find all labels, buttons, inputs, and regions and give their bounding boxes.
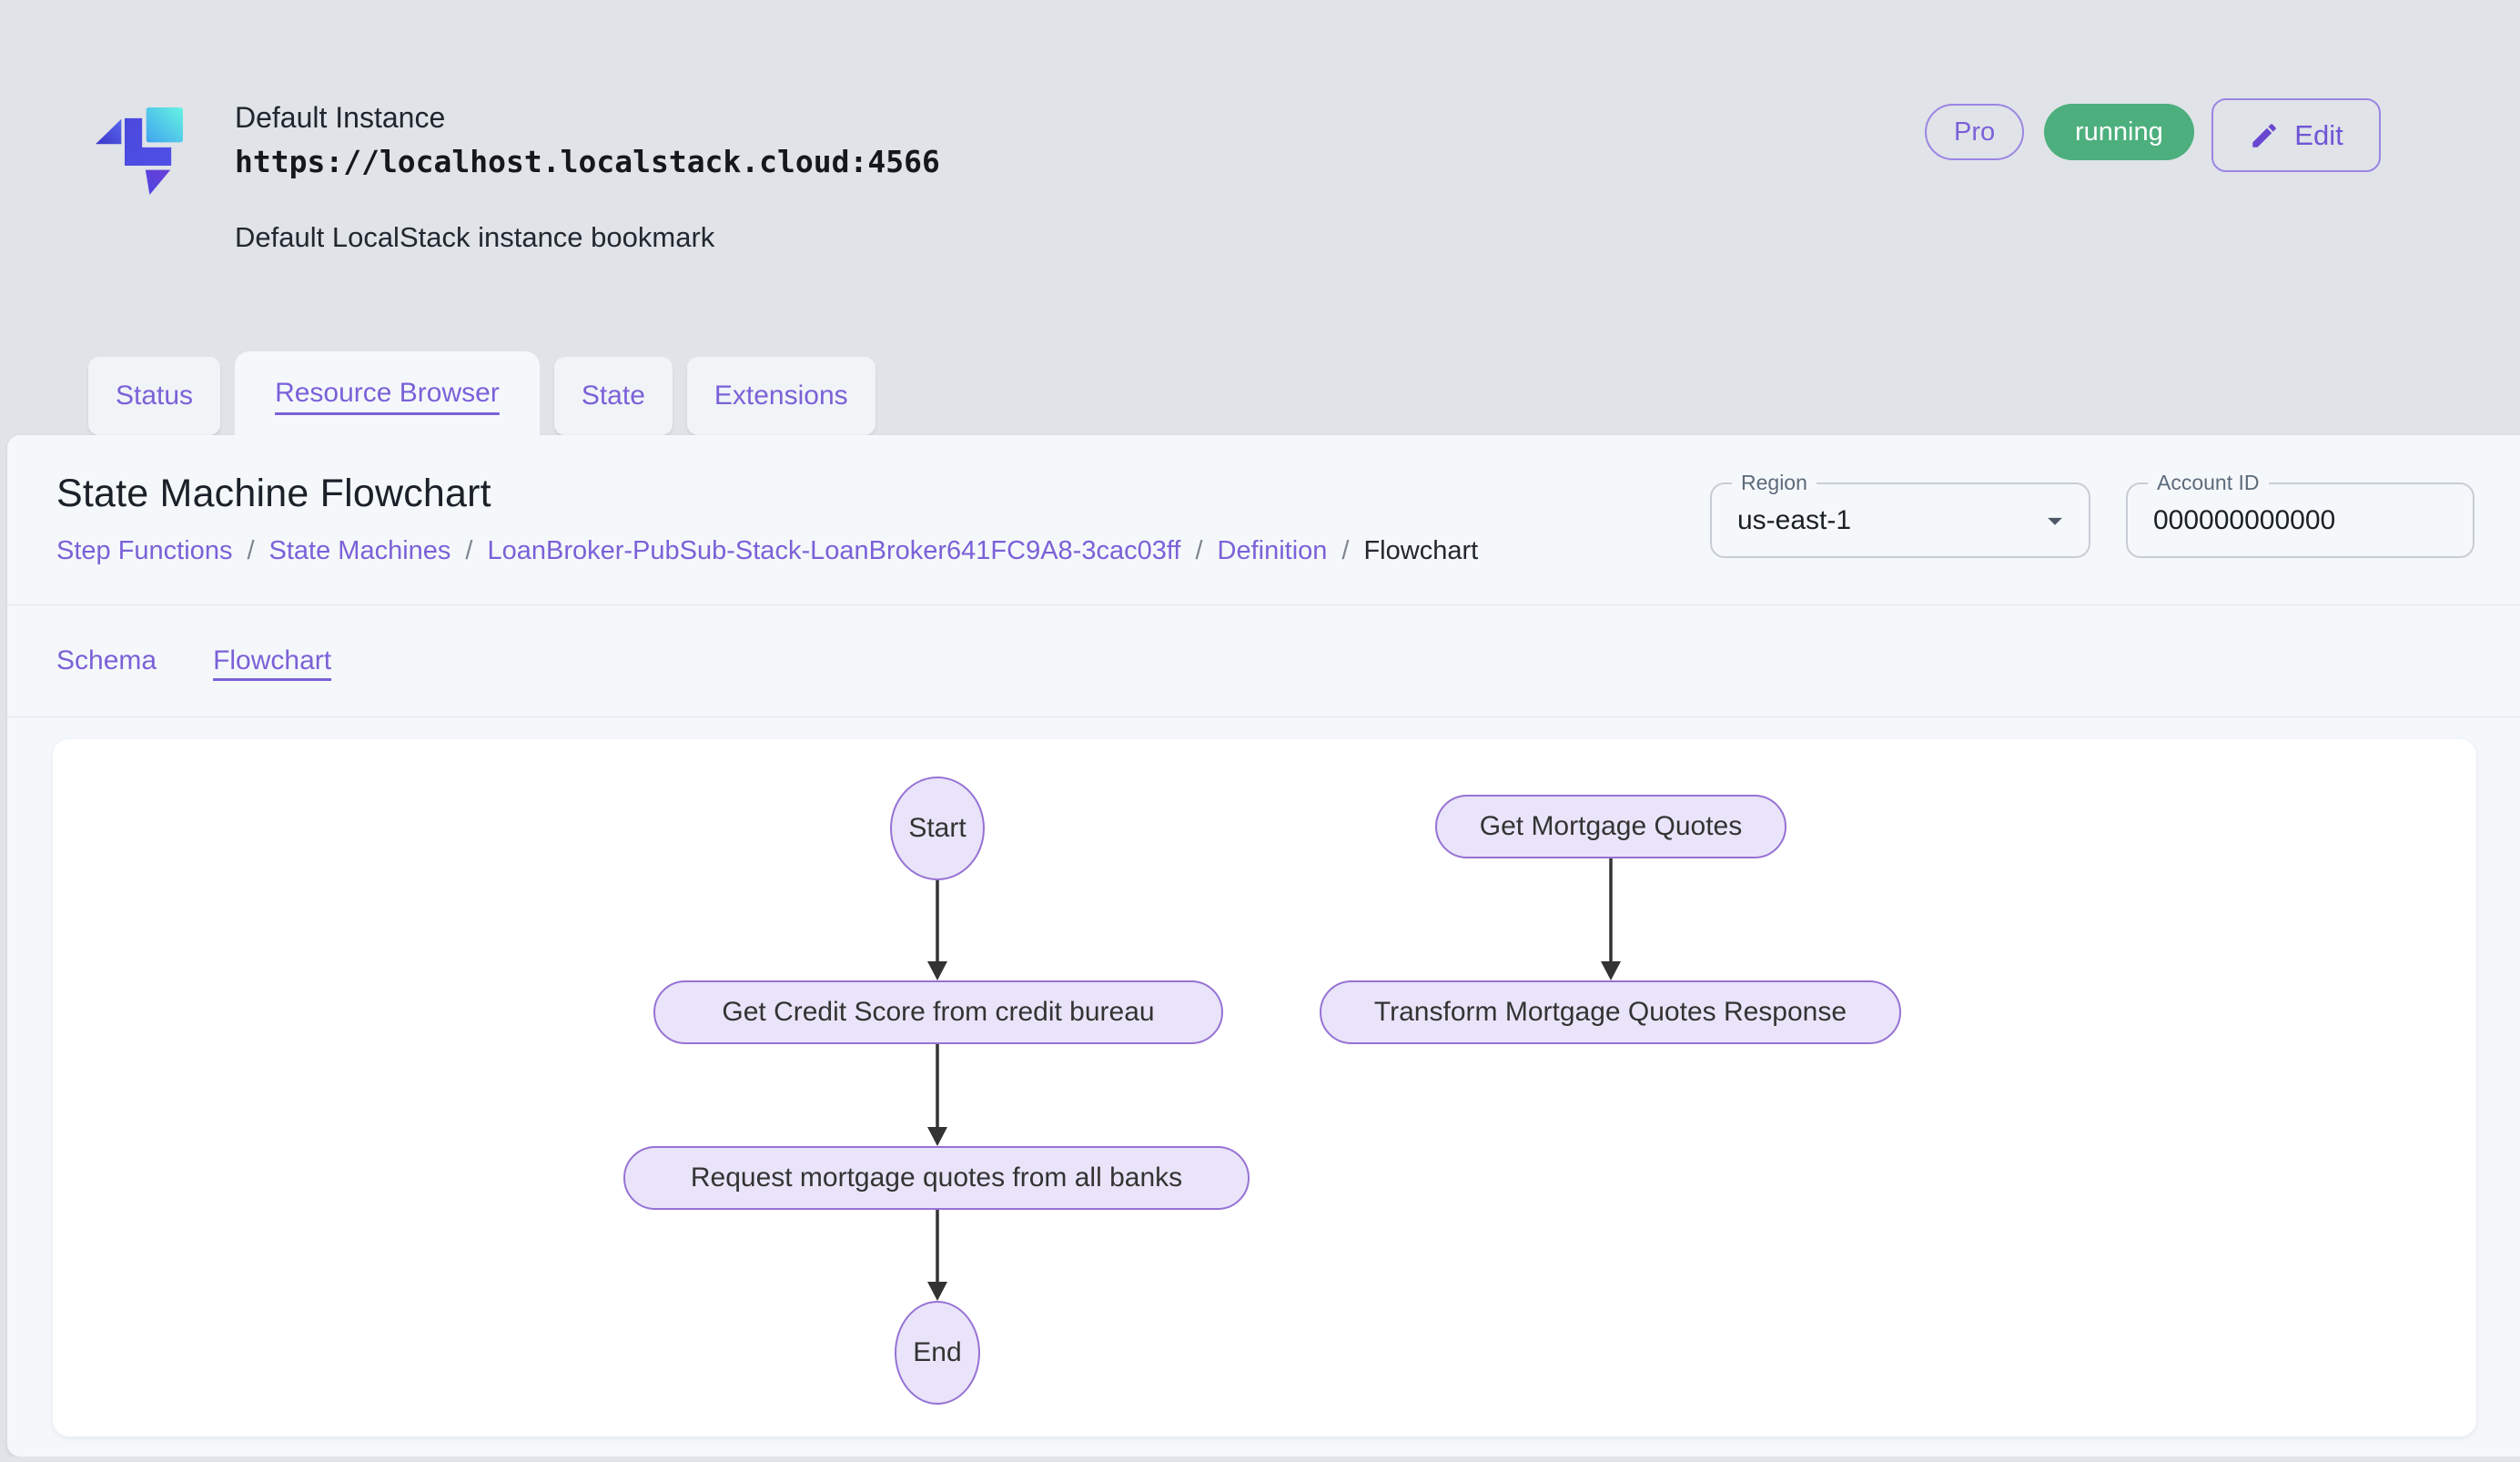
- instance-description: Default LocalStack instance bookmark: [235, 221, 940, 254]
- breadcrumb-state-machine-name[interactable]: LoanBroker-PubSub-Stack-LoanBroker641FC9…: [487, 536, 1180, 566]
- region-select[interactable]: Region us-east-1: [1710, 482, 2090, 558]
- instance-name: Default Instance: [235, 100, 940, 135]
- flow-node-transform-response: Transform Mortgage Quotes Response: [1320, 980, 1901, 1044]
- subtab-flowchart[interactable]: Flowchart: [213, 645, 331, 676]
- flow-node-get-credit-score: Get Credit Score from credit bureau: [653, 980, 1223, 1044]
- instance-header: Default Instance https://localhost.local…: [235, 100, 940, 254]
- flow-node-get-mortgage-quotes: Get Mortgage Quotes: [1435, 795, 1786, 858]
- flow-node-request-quotes: Request mortgage quotes from all banks: [623, 1146, 1250, 1210]
- divider: [7, 604, 2520, 605]
- flow-node-end: End: [895, 1301, 980, 1405]
- breadcrumb-current: Flowchart: [1363, 536, 1478, 566]
- breadcrumb-separator: /: [1341, 536, 1349, 566]
- pencil-icon: [2249, 120, 2280, 151]
- resource-browser-panel: State Machine Flowchart Step Functions /…: [7, 435, 2520, 1457]
- tab-status[interactable]: Status: [88, 357, 220, 435]
- breadcrumb-separator: /: [1195, 536, 1202, 566]
- breadcrumb: Step Functions / State Machines / LoanBr…: [56, 536, 1478, 566]
- divider: [7, 716, 2520, 717]
- tab-state[interactable]: State: [554, 357, 673, 435]
- edit-button[interactable]: Edit: [2211, 98, 2381, 172]
- page-head: State Machine Flowchart Step Functions /…: [56, 472, 1478, 566]
- localstack-logo: [86, 95, 202, 208]
- app-root: Default Instance https://localhost.local…: [0, 0, 2520, 1462]
- edit-button-label: Edit: [2294, 119, 2343, 152]
- instance-url: https://localhost.localstack.cloud:4566: [235, 144, 940, 179]
- page-bottom-edge: [7, 1457, 2520, 1462]
- main-tabbar: Status Resource Browser State Extensions: [88, 351, 875, 435]
- status-badge: running: [2044, 104, 2194, 160]
- subtab-schema[interactable]: Schema: [56, 645, 157, 676]
- tab-extensions[interactable]: Extensions: [687, 357, 875, 435]
- page-title: State Machine Flowchart: [56, 472, 1478, 516]
- flowchart-canvas: Start Get Mortgage Quotes Get Credit Sco…: [53, 739, 2476, 1437]
- flow-node-start: Start: [890, 777, 985, 880]
- definition-subtabs: Schema Flowchart: [56, 605, 331, 716]
- dropdown-arrow-icon: [2038, 503, 2072, 538]
- tab-resource-browser[interactable]: Resource Browser: [235, 351, 540, 435]
- breadcrumb-separator: /: [465, 536, 472, 566]
- breadcrumb-definition[interactable]: Definition: [1218, 536, 1328, 566]
- account-id-input[interactable]: [2128, 484, 2473, 556]
- account-id-field: Account ID: [2126, 482, 2474, 558]
- flowchart-edges: [53, 739, 2476, 1437]
- region-select-value: us-east-1: [1737, 484, 1851, 556]
- breadcrumb-step-functions[interactable]: Step Functions: [56, 536, 232, 566]
- breadcrumb-separator: /: [247, 536, 254, 566]
- pro-badge: Pro: [1925, 104, 2024, 160]
- breadcrumb-state-machines[interactable]: State Machines: [269, 536, 451, 566]
